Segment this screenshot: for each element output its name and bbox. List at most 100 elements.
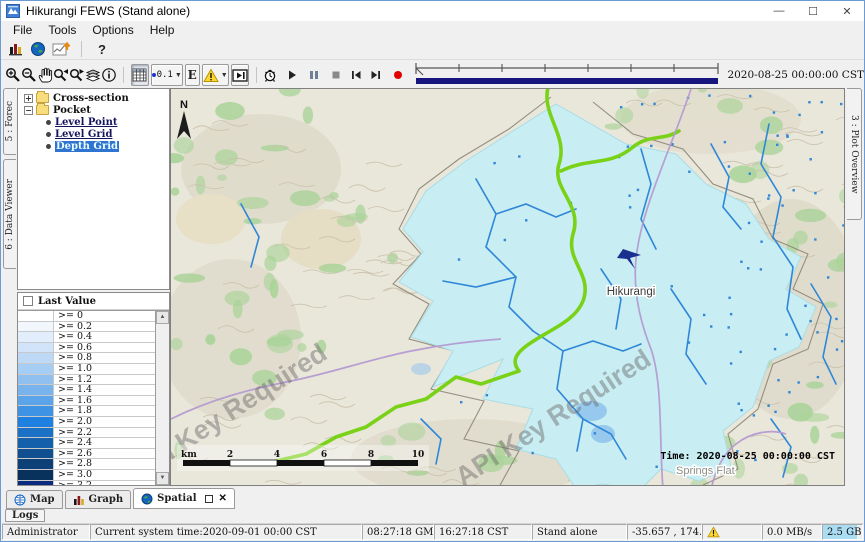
legend-color-swatch: [18, 406, 54, 416]
maximize-button[interactable]: ☐: [796, 1, 830, 21]
globe-icon: [141, 493, 153, 505]
legend-value-label: >= 2.2: [54, 428, 155, 438]
last-value-checkbox[interactable]: [23, 296, 33, 306]
tab-maximize-icon[interactable]: [205, 495, 213, 503]
legend-color-swatch: [18, 396, 54, 406]
legend-value-label: >= 0.6: [54, 343, 155, 353]
zoom-next-icon[interactable]: [69, 65, 85, 85]
skip-to-end-button[interactable]: [368, 65, 384, 85]
status-coordinates: -35.657 , 174.199: [627, 524, 702, 540]
app-window: Hikurangi FEWS (Stand alone) — ☐ ✕ File …: [0, 0, 865, 542]
app-logo-icon: [6, 4, 20, 18]
svg-text:km: km: [181, 450, 197, 460]
animation-window-button[interactable]: [231, 64, 249, 86]
stop-button[interactable]: [328, 65, 344, 85]
tab-graph[interactable]: Graph: [65, 490, 132, 509]
main-toolbar: ?: [1, 39, 864, 60]
help-button[interactable]: ?: [98, 42, 106, 57]
tab-forecast[interactable]: 5 : Forec: [3, 88, 16, 155]
status-mode: Stand alone: [532, 524, 627, 540]
pan-hand-icon[interactable]: [37, 65, 53, 85]
menu-tools[interactable]: Tools: [40, 22, 84, 38]
tab-spatial[interactable]: Spatial ✕: [133, 488, 235, 509]
legend-row[interactable]: >= 2.0: [18, 417, 155, 428]
menu-file[interactable]: File: [5, 22, 40, 38]
legend-value-label: >= 1.8: [54, 406, 155, 416]
legend-color-swatch: [18, 449, 54, 459]
close-button[interactable]: ✕: [830, 1, 864, 21]
svg-text:6: 6: [321, 450, 327, 460]
zoom-in-icon[interactable]: [5, 65, 21, 85]
grid-display-button[interactable]: [131, 64, 149, 86]
globe-icon: [14, 494, 26, 506]
spatial-display-globe-icon[interactable]: [27, 39, 49, 59]
time-span-bar: [416, 78, 718, 84]
time-slider[interactable]: [413, 62, 721, 88]
minimize-button[interactable]: —: [762, 1, 796, 21]
legend-row[interactable]: >= 1.0: [18, 364, 155, 375]
scale-bar: km 2 4 6 8 10: [177, 445, 429, 471]
status-gmt-time: 08:27:18 GMT: [362, 524, 434, 540]
tree-item-level-point[interactable]: Level Point: [18, 116, 169, 128]
layer-tree: + Cross-section − Pocket Level Point Lev…: [17, 88, 170, 290]
tab-graph-label: Graph: [89, 494, 124, 505]
toolbar-separator: [256, 67, 257, 83]
tree-item-pocket[interactable]: − Pocket: [18, 104, 169, 116]
last-value-label: Last Value: [38, 296, 96, 307]
tab-map-label: Map: [30, 494, 55, 505]
bullet-icon: [46, 120, 51, 125]
legend-row[interactable]: >= 0: [18, 311, 155, 322]
skip-to-start-button[interactable]: [348, 65, 364, 85]
tab-close-icon[interactable]: ✕: [219, 493, 227, 504]
svg-text:10: 10: [412, 450, 425, 460]
record-button[interactable]: [390, 65, 406, 85]
legend-color-swatch: [18, 375, 54, 385]
legend-value-label: >= 1.4: [54, 385, 155, 395]
zoom-previous-icon[interactable]: [53, 65, 69, 85]
play-button[interactable]: [284, 65, 300, 85]
map-toolbar: 0.1 ▼ E ▼: [1, 60, 864, 90]
pause-button[interactable]: [306, 65, 322, 85]
tree-label: Cross-section: [53, 93, 129, 104]
tree-item-depth-grid[interactable]: Depth Grid: [18, 140, 169, 152]
legend-color-swatch: [18, 417, 54, 427]
legend-row[interactable]: >= 3.0: [18, 470, 155, 481]
classbreak-dot-icon: [152, 73, 156, 77]
labels-button[interactable]: E: [185, 64, 200, 86]
tree-item-level-grid[interactable]: Level Grid: [18, 128, 169, 140]
status-warning-cell[interactable]: [702, 524, 762, 540]
menu-options[interactable]: Options: [84, 22, 141, 38]
warnings-dropdown[interactable]: ▼: [202, 64, 229, 86]
tab-plot-overview[interactable]: 3 : Plot Overview: [847, 88, 862, 220]
menu-help[interactable]: Help: [142, 22, 183, 38]
info-icon[interactable]: [101, 65, 117, 85]
explorer-icon[interactable]: [5, 39, 27, 59]
tab-data-viewer[interactable]: 6 : Data Viewer: [3, 159, 16, 269]
legend-color-swatch: [18, 311, 54, 321]
status-network-speed: 0.0 MB/s: [762, 524, 822, 540]
legend-scrollbar[interactable]: ▲ ▼: [155, 311, 169, 485]
animation-timer-icon[interactable]: [262, 65, 278, 85]
title-bar[interactable]: Hikurangi FEWS (Stand alone) — ☐ ✕: [1, 1, 864, 21]
scroll-up-icon[interactable]: ▲: [156, 311, 169, 324]
left-tab-strip: 5 : Forec 6 : Data Viewer: [2, 88, 17, 486]
collapse-icon[interactable]: −: [24, 106, 33, 115]
timeseries-chart-icon[interactable]: [49, 39, 75, 59]
bullet-icon: [46, 144, 51, 149]
logs-tab[interactable]: Logs: [5, 509, 45, 522]
legend-value-label: >= 0.4: [54, 332, 155, 342]
map-canvas[interactable]: API Key Required API Key Required N Hiku…: [170, 88, 845, 486]
scroll-down-icon[interactable]: ▼: [156, 472, 169, 485]
folder-icon: [36, 93, 49, 103]
legend-color-swatch: [18, 353, 54, 363]
legend-row[interactable]: >= 3.2: [18, 481, 155, 486]
zoom-out-icon[interactable]: [21, 65, 37, 85]
layers-icon[interactable]: [85, 65, 101, 85]
classbreaks-dropdown[interactable]: 0.1 ▼: [151, 64, 183, 86]
legend-value-label: >= 0.2: [54, 322, 155, 332]
tree-label: Pocket: [53, 105, 91, 116]
legend-rows: >= 0>= 0.2>= 0.4>= 0.6>= 0.8>= 1.0>= 1.2…: [18, 311, 155, 485]
svg-text:2: 2: [227, 450, 233, 460]
expand-icon[interactable]: +: [24, 94, 33, 103]
toolbar-separator: [123, 67, 124, 83]
